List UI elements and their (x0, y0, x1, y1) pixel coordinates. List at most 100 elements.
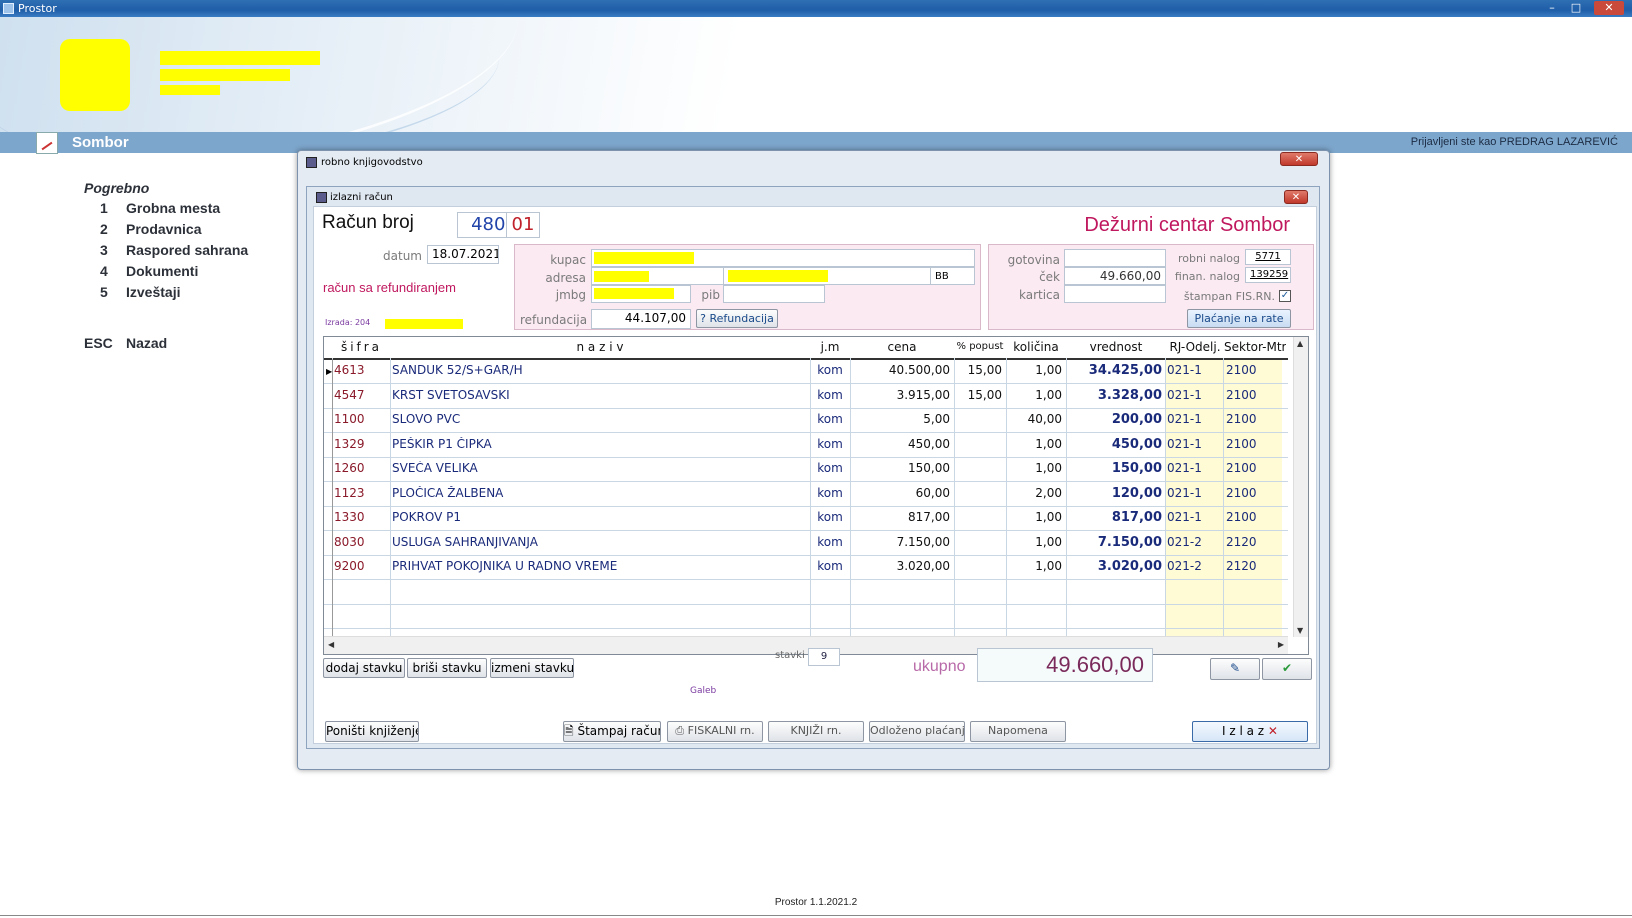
cell-kolicina: 1,00 (1035, 436, 1062, 451)
menu-item-grobna-mesta[interactable]: 1 Grobna mesta (84, 200, 248, 221)
maximize-button[interactable]: □ (1566, 1, 1586, 15)
brisi-stavku-button[interactable]: briši stavku (407, 658, 487, 678)
cell-kolicina: 1,00 (1035, 559, 1062, 573)
menu-heading: Pogrebno (84, 180, 150, 196)
left-menu: Pogrebno 1 Grobna mesta 2 Prodavnica 3 Rasp… (84, 180, 248, 356)
menu-item-izvestaji[interactable]: 5 Izveštaji (84, 284, 248, 305)
close-app-button[interactable]: ✕ (1594, 1, 1624, 15)
cell-jm: kom (817, 534, 843, 549)
col-cena[interactable]: cena (850, 340, 954, 354)
pencil-icon: ✎ (1229, 661, 1241, 675)
cek-field[interactable]: 49.660,00 (1064, 267, 1166, 285)
cell-sektor: 2100 (1226, 363, 1257, 377)
cell-vrednost: 34.425,00 (1088, 363, 1162, 378)
window-icon (306, 157, 317, 168)
cell-kolicina: 1,00 (1035, 461, 1062, 475)
table-row[interactable]: 1260 SVEĆA VELIKA kom 150,00 1,00 150,00 021-1… (324, 456, 1288, 482)
placanje-na-rate-button[interactable]: Plaćanje na rate (1187, 309, 1291, 328)
cell-vrednost: 450,00 (1111, 436, 1162, 452)
gotovina-label: gotovina (1007, 253, 1060, 267)
table-row[interactable]: 1100 SLOVO PVC kom 5,00 40,00 200,00 021-1 2100 (324, 407, 1288, 433)
cell-sektor: 2100 (1226, 485, 1257, 500)
cell-vrednost: 3.328,00 (1097, 387, 1162, 403)
col-vrednost[interactable]: vrednost (1066, 340, 1166, 354)
gotovina-field[interactable] (1064, 249, 1166, 267)
cell-kolicina: 1,00 (1035, 363, 1062, 377)
redaction (594, 271, 649, 282)
table-row[interactable] (324, 579, 1288, 605)
table-row[interactable]: 9200 PRIHVAT POKOJNIKA U RADNO VREME kom 3.… (324, 554, 1288, 580)
izmeni-stavku-button[interactable]: izmeni stavku (490, 658, 574, 678)
cell-naziv: PEŠKIR P1 ČIPKA (392, 436, 492, 451)
col-jm[interactable]: j.m (810, 340, 850, 354)
table-row[interactable]: 8030 USLUGA SAHRANJIVANJA kom 7.150,00 1,00 7… (324, 530, 1288, 556)
stampan-fis-checkbox[interactable]: ✓ (1279, 290, 1291, 302)
col-sifra[interactable]: šifra (334, 340, 389, 354)
fiskalni-racun-button[interactable]: ⎙ FISKALNI rn. (667, 721, 763, 742)
cell-cena: 3.915,00 (896, 387, 950, 402)
current-row-marker: ▶ (326, 367, 333, 376)
table-row[interactable]: 4547 KRST SVETOSAVSKI kom 3.915,00 15,00 1,00… (324, 383, 1288, 409)
footer-version: Prostor 1.1.2021.2 (774, 897, 858, 908)
app-icon (3, 3, 14, 14)
edit-button[interactable]: ✎ (1210, 658, 1260, 680)
cell-rj: 021-1 (1167, 485, 1202, 500)
cell-sifra: 1329 (334, 436, 365, 451)
cell-rj: 021-2 (1167, 559, 1202, 573)
menu-item-dokumenti[interactable]: 4 Dokumenti (84, 263, 248, 284)
napomena-button[interactable]: Napomena (970, 721, 1066, 742)
odlozeno-placanje-button[interactable]: Odloženo plaćanje (869, 721, 965, 742)
knjizi-racun-button[interactable]: KNJIŽI rn. (768, 721, 864, 742)
col-sektor-mtr[interactable]: Sektor-Mtr (1224, 340, 1286, 354)
menu-item-prodavnica[interactable]: 2 Prodavnica (84, 221, 248, 242)
minimize-button[interactable]: – (1542, 1, 1562, 15)
confirm-button[interactable]: ✔ (1262, 658, 1312, 680)
cell-rj: 021-1 (1167, 363, 1202, 377)
menu-item-raspored-sahrana[interactable]: 3 Raspored sahrana (84, 242, 248, 263)
redaction (385, 319, 463, 329)
stampan-fis-label: štampan FIS.RN. (1183, 290, 1275, 303)
ponisti-knjizenje-button[interactable]: Poništi knjiženje (325, 721, 419, 742)
cell-naziv: PRIHVAT POKOJNIKA U RADNO VREME (392, 559, 618, 573)
refundacija-button[interactable]: ? Refundacija (696, 309, 778, 328)
table-row[interactable]: 1329 PEŠKIR P1 ČIPKA kom 450,00 1,00 450,00 02… (324, 432, 1288, 458)
jmbg-label: jmbg (555, 288, 586, 302)
cell-sektor: 2120 (1226, 534, 1257, 549)
outer-close-button[interactable]: ✕ (1280, 152, 1318, 166)
redaction (594, 252, 694, 264)
invoice-suffix-field[interactable]: 01 (506, 212, 540, 238)
finan-nalog-label: finan. nalog (1174, 270, 1240, 283)
table-row[interactable] (324, 603, 1288, 629)
printer-icon: ⎙ (675, 724, 685, 737)
menu-item-nazad[interactable]: ESC Nazad (84, 335, 248, 356)
cell-jm: kom (817, 461, 843, 475)
kartica-field[interactable] (1064, 285, 1166, 303)
col-rj-odelj[interactable]: RJ-Odelj. (1166, 340, 1224, 354)
izlaz-button[interactable]: I z l a z ✕ (1192, 721, 1308, 742)
col-naziv[interactable]: n a z i v (390, 340, 810, 354)
col-popust[interactable]: % popust (954, 341, 1006, 352)
inner-close-button[interactable]: ✕ (1284, 190, 1308, 204)
table-row[interactable]: 1330 POKROV P1 kom 817,00 1,00 817,00 021-1 210… (324, 505, 1288, 531)
stampaj-racun-button[interactable]: 🗎 Štampaj račun (563, 721, 661, 742)
adresa-number-field[interactable]: BB (930, 267, 975, 285)
col-kolicina[interactable]: količina (1006, 340, 1066, 354)
robni-nalog-field[interactable]: 5771 (1245, 249, 1291, 265)
cell-cena: 40.500,00 (888, 363, 950, 377)
table-row[interactable]: 1123 PLOČICA ŽALBENA kom 60,00 2,00 120,00 021… (324, 481, 1288, 507)
refundacija-field[interactable]: 44.107,00 (591, 309, 691, 329)
app-title: Prostor (18, 2, 57, 15)
vertical-scrollbar[interactable]: ▲ ▼ (1293, 337, 1308, 637)
pib-field[interactable] (723, 285, 825, 303)
redaction (160, 85, 220, 95)
cell-sektor: 2120 (1226, 559, 1257, 573)
logged-in-user: Prijavljeni ste kao PREDRAG LAZAREVIĆ (1410, 136, 1618, 148)
finan-nalog-field[interactable]: 139259 (1245, 267, 1291, 283)
date-field[interactable]: 18.07.2021 (427, 245, 499, 264)
kupac-label: kupac (550, 253, 586, 267)
ukupno-label: ukupno (913, 658, 966, 675)
cell-kolicina: 40,00 (1027, 412, 1062, 426)
cell-sifra: 9200 (334, 559, 365, 573)
table-row[interactable]: 4613 SANDUK 52/S+GAR/H kom 40.500,00 15,00 1,… (324, 358, 1288, 384)
dodaj-stavku-button[interactable]: dodaj stavku (323, 658, 405, 678)
